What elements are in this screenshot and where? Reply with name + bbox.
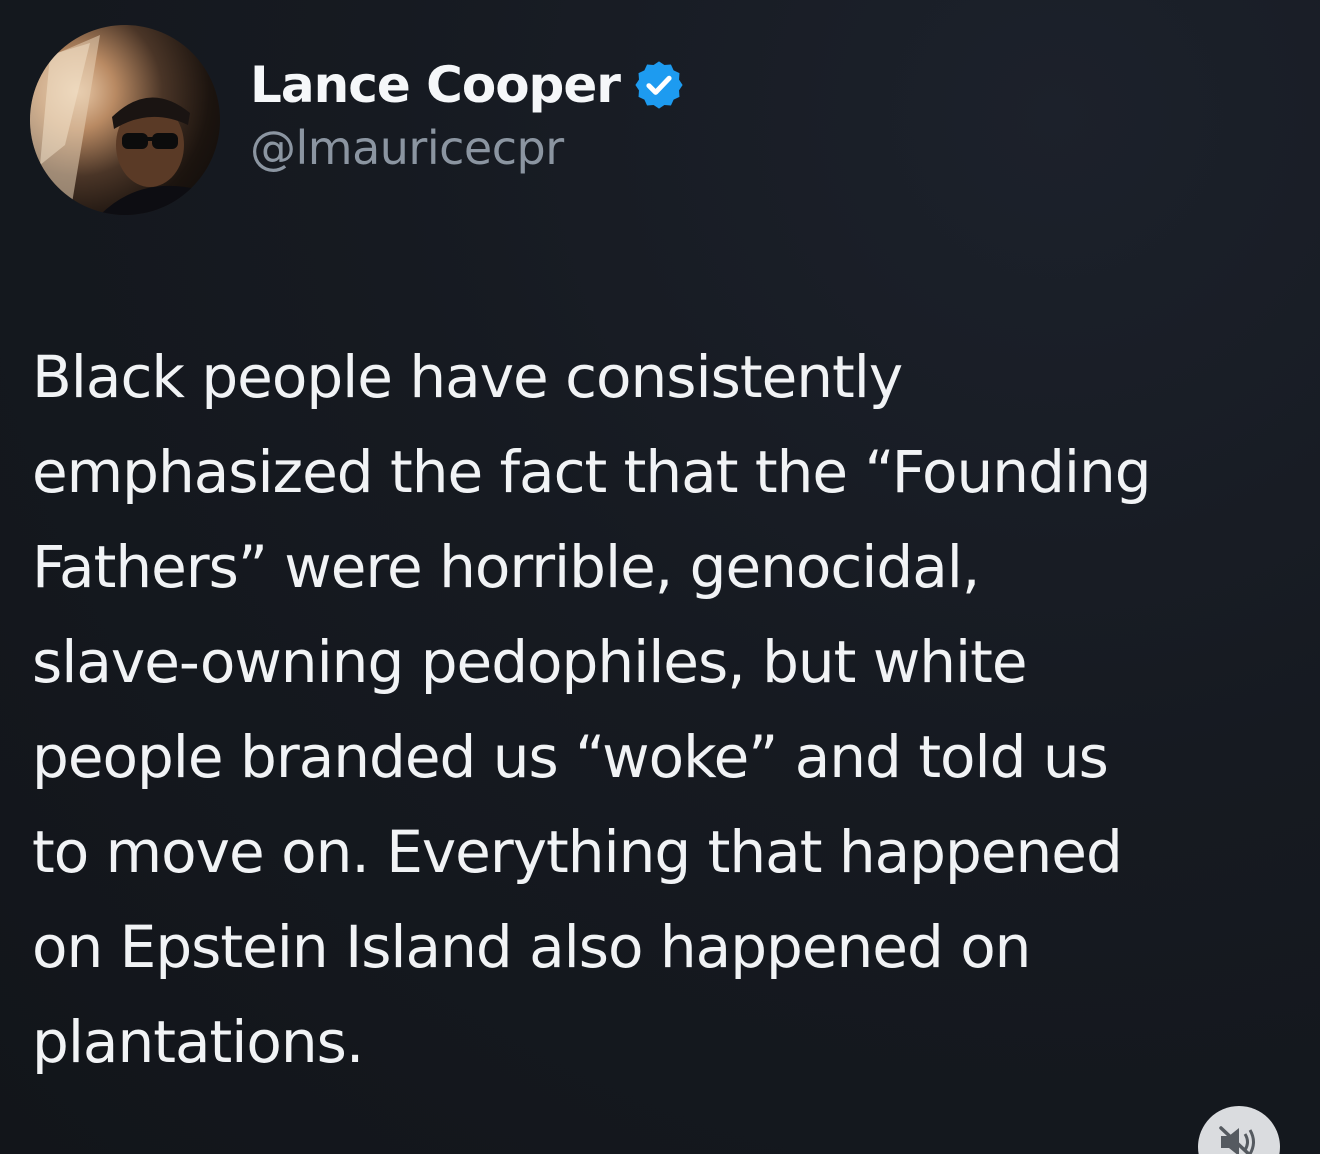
mute-button[interactable] [1198, 1106, 1280, 1154]
author-display-name[interactable]: Lance Cooper [250, 57, 621, 113]
post-text: Black people have consistently emphasize… [32, 343, 1152, 1076]
post-card: Lance Cooper @lmauricecpr Black people h… [0, 0, 1320, 1154]
avatar-image [30, 35, 220, 215]
speaker-muted-icon [1219, 1126, 1255, 1154]
author-handle[interactable]: @lmauricecpr [250, 121, 686, 175]
name-row: Lance Cooper [250, 57, 686, 113]
author-info: Lance Cooper @lmauricecpr [250, 57, 686, 175]
avatar[interactable] [30, 25, 220, 215]
verified-badge-icon [632, 58, 686, 112]
post-header: Lance Cooper @lmauricecpr [30, 25, 686, 215]
